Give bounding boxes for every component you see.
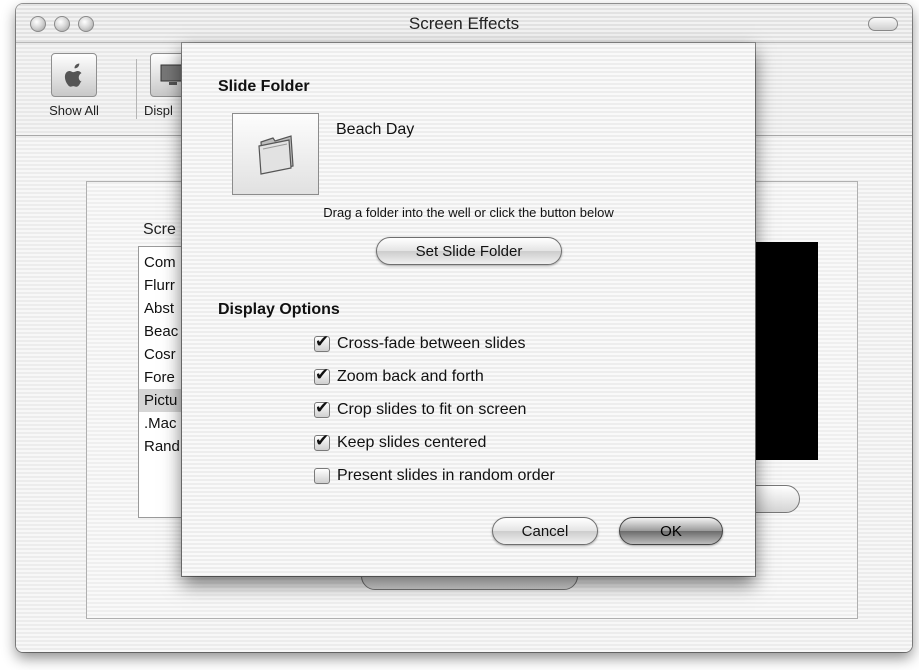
show-all-button[interactable]: Show All [28, 53, 120, 118]
folder-well[interactable] [232, 113, 319, 195]
slide-folder-sheet: Slide Folder Beach Day Drag a folder int… [182, 43, 755, 576]
toolbar-separator [136, 59, 137, 119]
cancel-button[interactable]: Cancel [492, 517, 598, 545]
checkbox-checked[interactable] [314, 365, 330, 385]
slide-folder-heading: Slide Folder [218, 78, 310, 95]
checkbox-checked[interactable] [314, 398, 330, 418]
screen-savers-label: Scre [143, 221, 176, 238]
folder-icon [257, 135, 294, 175]
set-slide-folder-button[interactable]: Set Slide Folder [376, 237, 562, 265]
option-cross-fade[interactable]: Cross-fade between slides [314, 332, 526, 355]
apple-icon [51, 53, 97, 97]
display-options-heading: Display Options [218, 301, 340, 318]
option-label: Zoom back and forth [337, 368, 484, 385]
option-random-order[interactable]: Present slides in random order [314, 465, 555, 487]
option-label: Cross-fade between slides [337, 335, 526, 352]
window-title: Screen Effects [408, 14, 520, 33]
option-label: Keep slides centered [337, 434, 487, 451]
instruction-text: Drag a folder into the well or click the… [323, 205, 614, 220]
option-zoom[interactable]: Zoom back and forth [314, 365, 484, 388]
checkbox-unchecked[interactable] [314, 468, 330, 484]
show-all-label: Show All [49, 103, 99, 118]
ok-button[interactable]: OK [619, 517, 723, 545]
toolbar-toggle-button[interactable] [868, 17, 898, 31]
checkbox-checked[interactable] [314, 332, 330, 352]
title-bar: Screen Effects [16, 4, 912, 43]
option-crop[interactable]: Crop slides to fit on screen [314, 398, 527, 421]
checkbox-checked[interactable] [314, 431, 330, 451]
displays-label: Displ [144, 103, 173, 118]
option-centered[interactable]: Keep slides centered [314, 431, 487, 454]
option-label: Present slides in random order [337, 467, 555, 484]
folder-name: Beach Day [336, 121, 415, 138]
option-label: Crop slides to fit on screen [337, 401, 527, 418]
